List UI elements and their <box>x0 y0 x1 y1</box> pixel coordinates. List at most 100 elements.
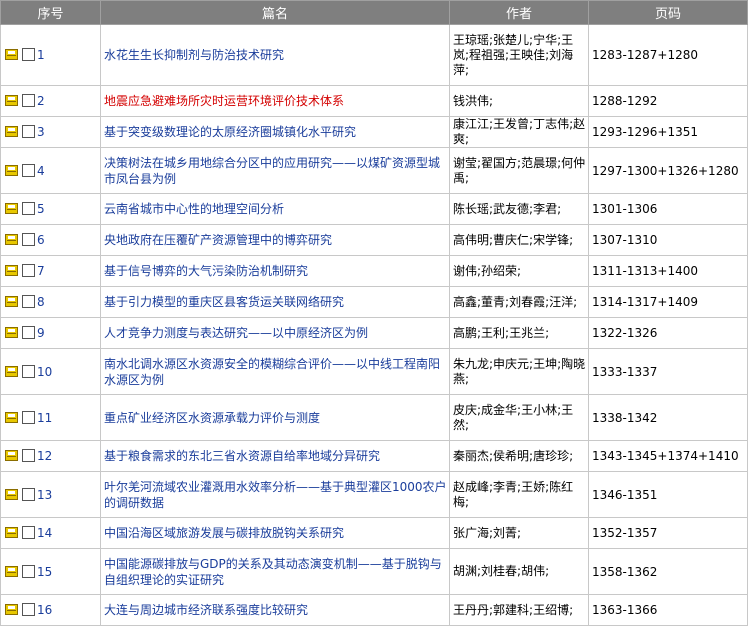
select-checkbox[interactable] <box>22 163 35 177</box>
select-checkbox[interactable] <box>22 603 35 616</box>
table-row: 10 南水北调水源区水资源安全的模糊综合评价——以中线工程南阳水源区为例 朱九龙… <box>0 348 748 395</box>
seq-cell: 14 <box>0 517 101 549</box>
title-cell: 中国沿海区域旅游发展与碳排放脱钩关系研究 <box>100 517 450 549</box>
title-cell: 南水北调水源区水资源安全的模糊综合评价——以中线工程南阳水源区为例 <box>100 348 450 395</box>
select-checkbox[interactable] <box>22 202 35 215</box>
folder-icon[interactable] <box>5 49 18 60</box>
article-title-link[interactable]: 地震应急避难场所灾时运营环境评价技术体系 <box>104 94 344 108</box>
seq-cell: 11 <box>0 394 101 441</box>
author-cell: 朱九龙;申庆元;王坤;陶晓燕; <box>449 348 589 395</box>
seq-cell: 15 <box>0 548 101 595</box>
seq-cell: 6 <box>0 224 101 256</box>
author-cell: 钱洪伟; <box>449 85 589 117</box>
row-index: 7 <box>37 264 45 278</box>
row-index: 11 <box>37 410 53 425</box>
select-checkbox[interactable] <box>22 526 35 539</box>
seq-cell: 9 <box>0 317 101 349</box>
seq-cell: 1 <box>0 24 101 86</box>
select-checkbox[interactable] <box>22 233 35 246</box>
pages-cell: 1343-1345+1374+1410 <box>588 440 748 472</box>
folder-icon[interactable] <box>5 604 18 615</box>
select-checkbox[interactable] <box>22 48 35 61</box>
title-cell: 大连与周边城市经济联系强度比较研究 <box>100 594 450 626</box>
folder-icon[interactable] <box>5 95 18 106</box>
article-title-link[interactable]: 基于信号博弈的大气污染防治机制研究 <box>104 264 308 278</box>
header-author: 作者 <box>449 0 589 25</box>
row-index: 5 <box>37 202 45 216</box>
title-cell: 中国能源碳排放与GDP的关系及其动态演变机制——基于脱钩与自组织理论的实证研究 <box>100 548 450 595</box>
article-title-link[interactable]: 基于引力模型的重庆区县客货运关联网络研究 <box>104 295 344 309</box>
pages-cell: 1297-1300+1326+1280 <box>588 147 748 194</box>
table-row: 12 基于粮食需求的东北三省水资源自给率地域分异研究 秦丽杰;侯希明;唐珍珍; … <box>0 440 748 472</box>
article-title-link[interactable]: 叶尔羌河流域农业灌溉用水效率分析——基于典型灌区1000农户的调研数据 <box>104 480 447 510</box>
select-checkbox[interactable] <box>22 326 35 339</box>
row-index: 14 <box>37 526 53 540</box>
seq-cell: 13 <box>0 471 101 518</box>
article-title-link[interactable]: 人才竞争力测度与表达研究——以中原经济区为例 <box>104 326 368 340</box>
folder-icon[interactable] <box>5 450 18 461</box>
folder-icon[interactable] <box>5 488 18 500</box>
table-row: 6 央地政府在压覆矿产资源管理中的博弈研究 高伟明;曹庆仁;宋学锋; 1307-… <box>0 224 748 256</box>
pages-cell: 1322-1326 <box>588 317 748 349</box>
article-title-link[interactable]: 水花生生长抑制剂与防治技术研究 <box>104 48 284 62</box>
folder-icon[interactable] <box>5 365 18 377</box>
folder-icon[interactable] <box>5 565 18 577</box>
folder-icon[interactable] <box>5 327 18 338</box>
article-title-link[interactable]: 云南省城市中心性的地理空间分析 <box>104 202 284 216</box>
title-cell: 基于信号博弈的大气污染防治机制研究 <box>100 255 450 287</box>
article-title-link[interactable]: 决策树法在城乡用地综合分区中的应用研究——以煤矿资源型城市凤台县为例 <box>104 156 440 186</box>
folder-icon[interactable] <box>5 411 18 423</box>
article-title-link[interactable]: 基于粮食需求的东北三省水资源自给率地域分异研究 <box>104 449 380 463</box>
author-cell: 高鹏;王利;王兆兰; <box>449 317 589 349</box>
table-row: 8 基于引力模型的重庆区县客货运关联网络研究 高鑫;董青;刘春霞;汪洋; 131… <box>0 286 748 318</box>
author-cell: 秦丽杰;侯希明;唐珍珍; <box>449 440 589 472</box>
select-checkbox[interactable] <box>22 364 35 378</box>
folder-icon[interactable] <box>5 234 18 245</box>
row-index: 13 <box>37 487 53 502</box>
select-checkbox[interactable] <box>22 264 35 277</box>
folder-icon[interactable] <box>5 164 18 176</box>
table-row: 7 基于信号博弈的大气污染防治机制研究 谢伟;孙绍荣; 1311-1313+14… <box>0 255 748 287</box>
seq-cell: 3 <box>0 116 101 148</box>
folder-icon[interactable] <box>5 265 18 276</box>
select-checkbox[interactable] <box>22 295 35 308</box>
article-title-link[interactable]: 中国能源碳排放与GDP的关系及其动态演变机制——基于脱钩与自组织理论的实证研究 <box>104 557 442 587</box>
title-cell: 水花生生长抑制剂与防治技术研究 <box>100 24 450 86</box>
table-row: 14 中国沿海区域旅游发展与碳排放脱钩关系研究 张广海;刘菁; 1352-135… <box>0 517 748 549</box>
select-checkbox[interactable] <box>22 564 35 578</box>
table-row: 4 决策树法在城乡用地综合分区中的应用研究——以煤矿资源型城市凤台县为例 谢莹;… <box>0 147 748 194</box>
title-cell: 重点矿业经济区水资源承载力评价与测度 <box>100 394 450 441</box>
author-cell: 康江江;王发曾;丁志伟;赵爽; <box>449 116 589 148</box>
seq-cell: 10 <box>0 348 101 395</box>
row-index: 3 <box>37 125 45 139</box>
pages-cell: 1358-1362 <box>588 548 748 595</box>
folder-icon[interactable] <box>5 527 18 538</box>
author-cell: 皮庆;成金华;王小林;王然; <box>449 394 589 441</box>
seq-cell: 12 <box>0 440 101 472</box>
seq-cell: 7 <box>0 255 101 287</box>
article-title-link[interactable]: 中国沿海区域旅游发展与碳排放脱钩关系研究 <box>104 526 344 540</box>
article-title-link[interactable]: 大连与周边城市经济联系强度比较研究 <box>104 603 308 617</box>
title-cell: 云南省城市中心性的地理空间分析 <box>100 193 450 225</box>
row-index: 6 <box>37 233 45 247</box>
article-title-link[interactable]: 央地政府在压覆矿产资源管理中的博弈研究 <box>104 233 332 247</box>
select-checkbox[interactable] <box>22 94 35 107</box>
pages-cell: 1301-1306 <box>588 193 748 225</box>
article-title-link[interactable]: 重点矿业经济区水资源承载力评价与测度 <box>104 411 320 425</box>
table-row: 11 重点矿业经济区水资源承载力评价与测度 皮庆;成金华;王小林;王然; 133… <box>0 394 748 441</box>
select-checkbox[interactable] <box>22 487 35 501</box>
select-checkbox[interactable] <box>22 410 35 424</box>
table-row: 1 水花生生长抑制剂与防治技术研究 王琼瑶;张楚儿;宁华;王岚;程祖强;王映佳;… <box>0 24 748 86</box>
author-cell: 陈长瑶;武友德;李君; <box>449 193 589 225</box>
folder-icon[interactable] <box>5 203 18 214</box>
select-checkbox[interactable] <box>22 125 35 138</box>
folder-icon[interactable] <box>5 296 18 307</box>
folder-icon[interactable] <box>5 126 18 137</box>
title-cell: 决策树法在城乡用地综合分区中的应用研究——以煤矿资源型城市凤台县为例 <box>100 147 450 194</box>
select-checkbox[interactable] <box>22 449 35 462</box>
article-title-link[interactable]: 基于突变级数理论的太原经济圈城镇化水平研究 <box>104 125 356 139</box>
pages-cell: 1288-1292 <box>588 85 748 117</box>
pages-cell: 1307-1310 <box>588 224 748 256</box>
author-cell: 谢莹;翟国方;范晨璟;何仲禹; <box>449 147 589 194</box>
article-title-link[interactable]: 南水北调水源区水资源安全的模糊综合评价——以中线工程南阳水源区为例 <box>104 357 440 387</box>
